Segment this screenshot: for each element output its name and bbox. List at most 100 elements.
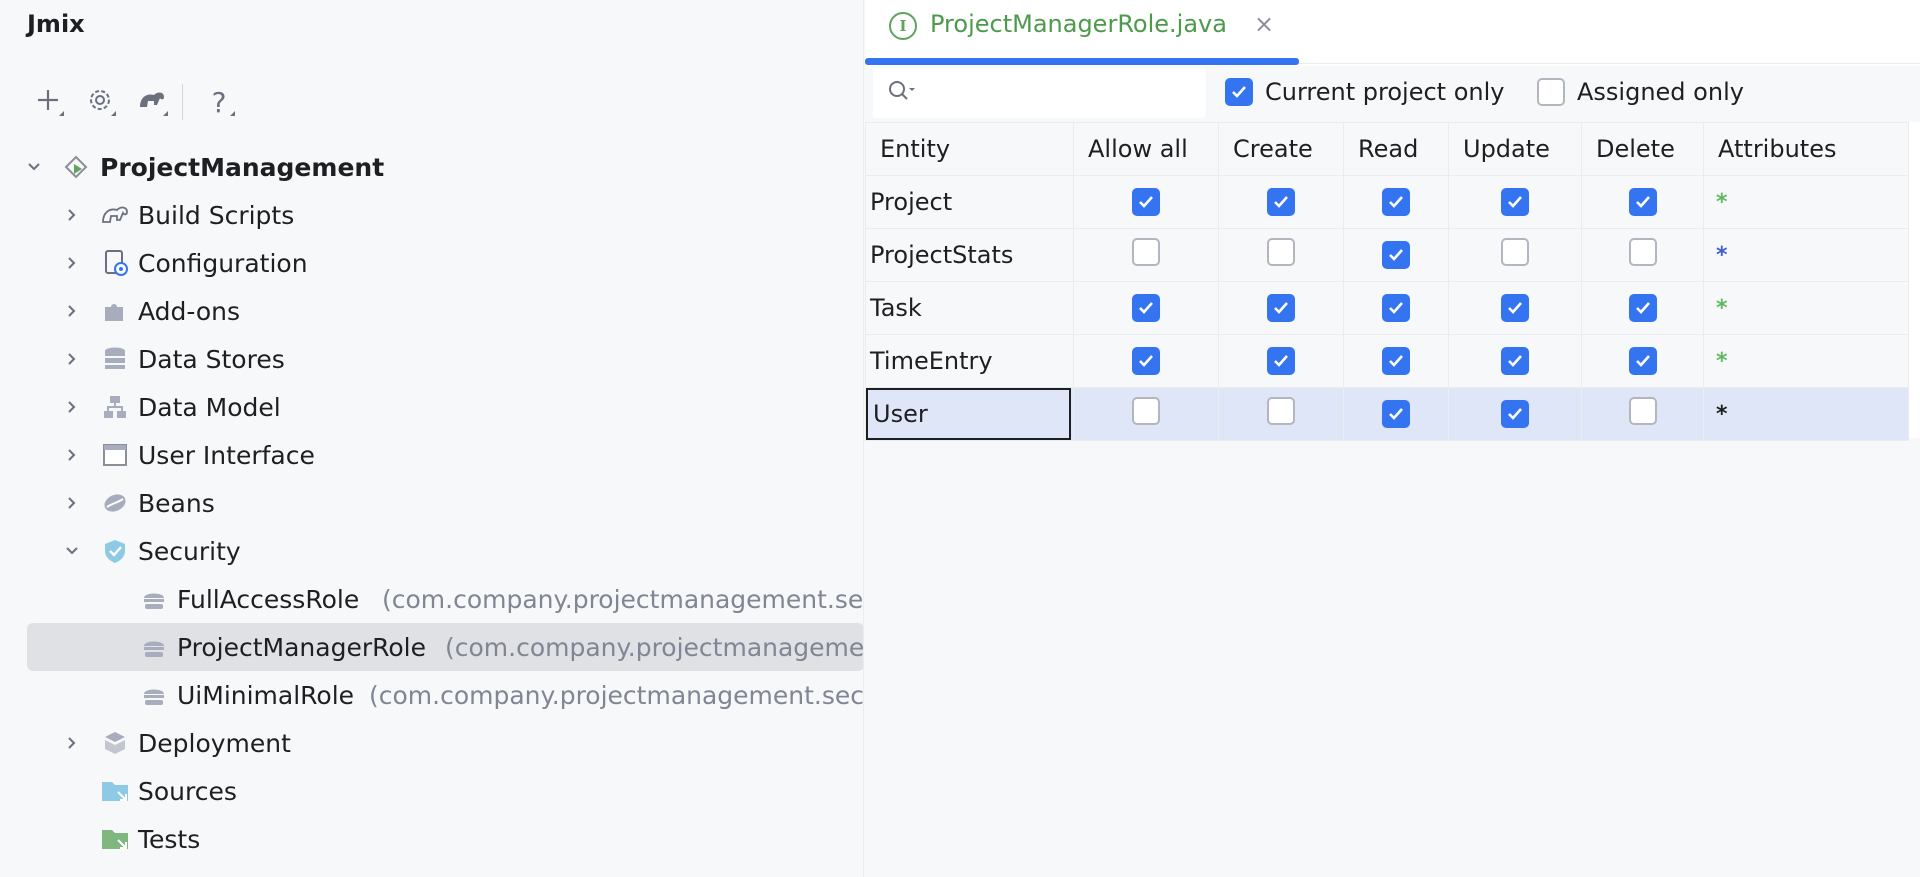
read-cell (1343, 228, 1449, 282)
search-input[interactable] (925, 73, 1185, 113)
attributes-cell[interactable]: * (1703, 228, 1909, 282)
entity-cell[interactable]: User (865, 387, 1074, 441)
tree-node-data-stores[interactable]: Data Stores (0, 335, 863, 383)
chevron-right-icon[interactable] (62, 733, 82, 753)
create-checkbox[interactable] (1267, 346, 1295, 375)
chevron-right-icon[interactable] (62, 397, 82, 417)
tool-window-title: Jmix (27, 10, 85, 38)
current-project-only-filter[interactable]: Current project only (1225, 78, 1504, 106)
tree-node-beans[interactable]: Beans (0, 479, 863, 527)
attributes-cell[interactable]: * (1703, 281, 1909, 335)
tree-node-projectmanagerrole[interactable]: ProjectManagerRole (com.company.projectm… (27, 623, 863, 671)
delete-checkbox[interactable] (1628, 397, 1657, 425)
current-project-only-label: Current project only (1265, 78, 1505, 106)
column-header-update[interactable]: Update (1448, 122, 1582, 176)
attributes-cell[interactable]: * (1703, 334, 1909, 388)
tree-node-label: ProjectManagement (100, 152, 385, 182)
chevron-right-icon[interactable] (62, 349, 82, 369)
delete-checkbox[interactable] (1628, 238, 1657, 266)
assigned-only-filter[interactable]: Assigned only (1537, 78, 1744, 106)
tab-projectmanagerrole[interactable]: I ProjectManagerRole.java × (865, 0, 1299, 65)
read-checkbox[interactable] (1382, 293, 1410, 322)
chevron-right-icon[interactable] (62, 253, 82, 273)
read-checkbox[interactable] (1382, 399, 1410, 428)
create-checkbox[interactable] (1267, 187, 1295, 216)
read-checkbox[interactable] (1382, 346, 1410, 375)
column-header-entity[interactable]: Entity (865, 122, 1074, 176)
attributes-cell[interactable]: * (1703, 387, 1909, 441)
entity-cell[interactable]: Task (865, 281, 1074, 335)
tree-node-build-scripts[interactable]: Build Scripts (0, 191, 863, 239)
entity-cell[interactable]: TimeEntry (865, 334, 1074, 388)
create-checkbox[interactable] (1267, 238, 1295, 266)
entity-cell[interactable]: ProjectStats (865, 228, 1074, 282)
allow-all-checkbox[interactable] (1132, 187, 1160, 216)
delete-checkbox[interactable] (1628, 293, 1657, 322)
table-row[interactable]: Project * (865, 175, 1909, 229)
column-header-attributes[interactable]: Attributes (1703, 122, 1909, 176)
chevron-down-icon[interactable] (62, 541, 82, 561)
column-header-create[interactable]: Create (1218, 122, 1344, 176)
add-button[interactable] (22, 80, 74, 124)
chevron-down-icon[interactable] (24, 157, 44, 177)
tree-node-fullaccessrole[interactable]: FullAccessRole (com.company.projectmanag… (0, 575, 863, 623)
update-checkbox[interactable] (1501, 399, 1529, 428)
help-button[interactable]: ? (193, 80, 245, 124)
delete-cell (1581, 334, 1704, 388)
assigned-only-label: Assigned only (1577, 78, 1744, 106)
tree-node-security[interactable]: Security (0, 527, 863, 575)
update-checkbox[interactable] (1501, 293, 1529, 322)
table-header-row: Entity Allow all Create Read Update Dele… (865, 122, 1909, 176)
table-empty-area (865, 438, 1920, 877)
tree-node-data-model[interactable]: Data Model (0, 383, 863, 431)
update-checkbox[interactable] (1501, 187, 1529, 216)
tree-node-uiminimalrole[interactable]: UiMinimalRole (com.company.projectmanage… (0, 671, 863, 719)
delete-checkbox[interactable] (1628, 187, 1657, 216)
attributes-value: * (1716, 189, 1728, 215)
table-row[interactable]: TimeEntry * (865, 334, 1909, 388)
gradle-button[interactable] (126, 80, 178, 124)
tree-node-label: Data Model (138, 392, 281, 422)
delete-checkbox[interactable] (1628, 346, 1657, 375)
allow-all-checkbox[interactable] (1132, 293, 1160, 322)
current-project-only-checkbox[interactable] (1225, 78, 1253, 106)
tree-node-label: Beans (138, 488, 215, 518)
table-row[interactable]: User * (865, 387, 1909, 441)
allow-all-checkbox[interactable] (1132, 238, 1160, 266)
tree-node-configuration[interactable]: Configuration (0, 239, 863, 287)
allow-all-checkbox[interactable] (1132, 397, 1160, 425)
gradle-icon (99, 199, 131, 231)
tree-node-deployment[interactable]: Deployment (0, 719, 863, 767)
tree-node-user-interface[interactable]: User Interface (0, 431, 863, 479)
chevron-right-icon[interactable] (62, 205, 82, 225)
tree-node-projectmanagement[interactable]: ProjectManagement (0, 143, 863, 191)
column-header-read[interactable]: Read (1343, 122, 1449, 176)
settings-button[interactable] (74, 80, 126, 124)
allow-all-checkbox[interactable] (1132, 346, 1160, 375)
tree-node-add-ons[interactable]: Add-ons (0, 287, 863, 335)
tree-node-tests[interactable]: Tests (0, 815, 863, 863)
read-checkbox[interactable] (1382, 187, 1410, 216)
column-header-allow-all[interactable]: Allow all (1073, 122, 1219, 176)
update-checkbox[interactable] (1501, 346, 1529, 375)
read-checkbox[interactable] (1382, 240, 1410, 269)
search-field[interactable] (873, 68, 1206, 118)
create-checkbox[interactable] (1267, 293, 1295, 322)
close-icon[interactable]: × (1254, 10, 1274, 38)
table-row[interactable]: Task * (865, 281, 1909, 335)
shield-icon (99, 535, 131, 567)
tree-node-label: Data Stores (138, 344, 285, 374)
column-header-delete[interactable]: Delete (1581, 122, 1704, 176)
chevron-right-icon[interactable] (62, 301, 82, 321)
entity-name: Project (870, 188, 953, 216)
create-checkbox[interactable] (1267, 397, 1295, 425)
filter-bar: Current project only Assigned only (865, 66, 1920, 122)
attributes-cell[interactable]: * (1703, 175, 1909, 229)
tree-node-sources[interactable]: Sources (0, 767, 863, 815)
chevron-right-icon[interactable] (62, 445, 82, 465)
chevron-right-icon[interactable] (62, 493, 82, 513)
entity-cell[interactable]: Project (865, 175, 1074, 229)
update-checkbox[interactable] (1501, 238, 1529, 266)
table-row[interactable]: ProjectStats * (865, 228, 1909, 282)
assigned-only-checkbox[interactable] (1537, 78, 1565, 106)
